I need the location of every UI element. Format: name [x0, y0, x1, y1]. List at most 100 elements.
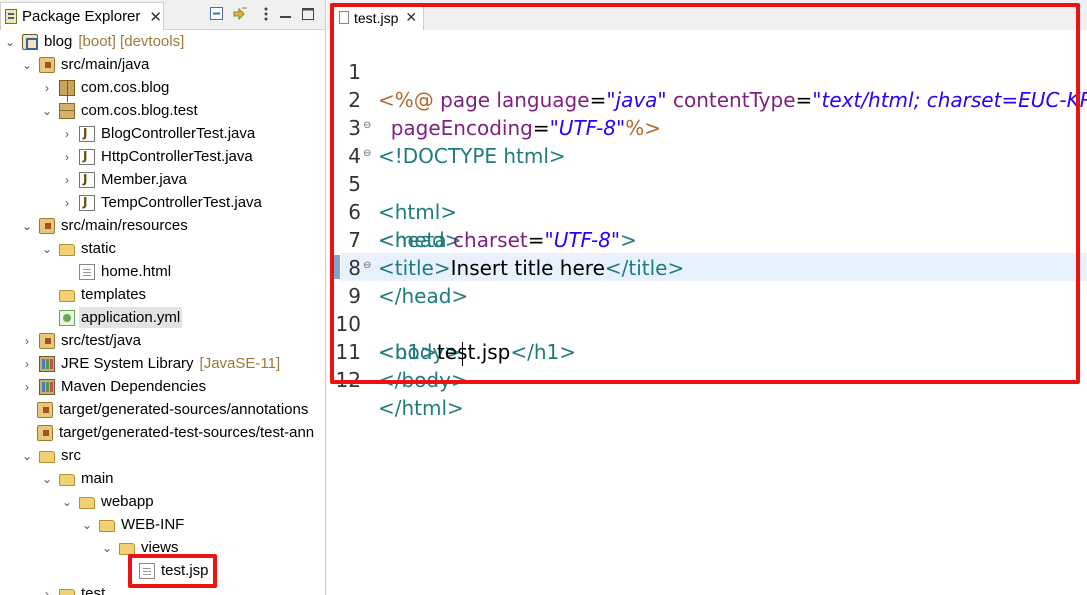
fold-toggle-icon[interactable]: ⊖: [363, 121, 371, 131]
chevron-down-icon[interactable]: ⌄: [20, 449, 34, 463]
tree-item-httpcontrollertest[interactable]: › HttpControllerTest.java: [0, 145, 325, 168]
chevron-right-icon[interactable]: ›: [40, 587, 54, 595]
chevron-down-icon[interactable]: ⌄: [20, 219, 34, 233]
fold-toggle-icon[interactable]: ⊖: [363, 149, 371, 159]
chevron-down-icon[interactable]: ⌄: [100, 541, 114, 555]
tree-item-label: HttpControllerTest.java: [101, 148, 253, 165]
code-line[interactable]: 1 <%@ page language="java" contentType="…: [327, 30, 1087, 112]
tree-item-application-yml[interactable]: application.yml: [0, 306, 325, 329]
collapse-all-icon[interactable]: [209, 6, 225, 22]
tree-item-src-main-resources[interactable]: ⌄ src/main/resources: [0, 214, 325, 237]
tree-item-templates[interactable]: templates: [0, 283, 325, 306]
code-line[interactable]: 3 <!DOCTYPE html>: [327, 86, 1087, 168]
chevron-down-icon[interactable]: ⌄: [20, 58, 34, 72]
tree-item-main[interactable]: ⌄ main: [0, 467, 325, 490]
tree-item-label: static: [81, 240, 117, 257]
jsp-file-icon: [139, 562, 155, 579]
tree-item-src[interactable]: ⌄ src: [0, 444, 325, 467]
line-number: 12: [335, 368, 361, 392]
java-file-icon: [79, 125, 95, 142]
chevron-down-icon[interactable]: ⌄: [60, 495, 74, 509]
tree-item-label: BlogControllerTest.java: [101, 125, 256, 142]
tree-item-web-inf[interactable]: ⌄ WEB-INF: [0, 513, 325, 536]
folder-icon: [59, 243, 75, 256]
code-line[interactable]: 6 <meta charset="UTF-8">: [327, 170, 1087, 252]
tree-item-com-cos-blog[interactable]: › com.cos.blog: [0, 76, 325, 99]
chevron-down-icon[interactable]: ⌄: [40, 104, 54, 118]
code-line[interactable]: 10 <h1>test.jsp</h1>: [327, 282, 1087, 364]
html-file-icon: [79, 263, 95, 280]
code-line[interactable]: 11 </body>: [327, 310, 1087, 392]
tree-item-static[interactable]: ⌄ static: [0, 237, 325, 260]
minimize-icon[interactable]: [278, 6, 294, 22]
editor-tab-bar: test.jsp ✕: [327, 0, 1087, 30]
tree-item-blog[interactable]: ⌄ blog [boot] [devtools]: [0, 30, 325, 53]
code-line[interactable]: 7 <title>Insert title here</title>: [327, 198, 1087, 280]
tree-item-label: src/main/resources: [61, 217, 188, 234]
package-explorer-icon: [5, 9, 17, 24]
editor-tab-test-jsp[interactable]: test.jsp ✕: [332, 4, 424, 30]
tree-item-generated-test-sources[interactable]: target/generated-test-sources/test-ann: [0, 421, 325, 444]
link-with-editor-icon[interactable]: [232, 6, 248, 22]
tree-item-label: target/generated-test-sources/test-ann: [59, 424, 315, 441]
chevron-down-icon[interactable]: ⌄: [3, 35, 17, 49]
tree-item-label: home.html: [101, 263, 172, 280]
code-text: </body>: [378, 368, 468, 392]
code-line[interactable]: 12 </html>: [327, 338, 1087, 420]
source-folder-icon: [37, 401, 53, 418]
java-file-icon: [79, 148, 95, 165]
chevron-right-icon[interactable]: ›: [20, 334, 34, 348]
package-explorer-header: Package Explorer ✕: [0, 0, 325, 30]
tree-item-webapp[interactable]: ⌄ webapp: [0, 490, 325, 513]
tree-item-maven-dependencies[interactable]: › Maven Dependencies: [0, 375, 325, 398]
package-explorer-tab[interactable]: Package Explorer ✕: [0, 2, 164, 30]
chevron-right-icon[interactable]: ›: [60, 127, 74, 141]
folder-icon: [59, 588, 75, 595]
chevron-right-icon[interactable]: ›: [20, 380, 34, 394]
code-line-current[interactable]: 9 ⊖ <body>: [327, 254, 1087, 366]
tree-item-decoration: [boot] [devtools]: [78, 33, 185, 50]
tree-item-label: WEB-INF: [121, 516, 185, 533]
close-icon[interactable]: ✕: [405, 9, 417, 26]
tree-item-member[interactable]: › Member.java: [0, 168, 325, 191]
maximize-icon[interactable]: [300, 6, 316, 22]
chevron-down-icon[interactable]: ⌄: [40, 242, 54, 256]
folder-icon: [39, 450, 55, 463]
tree-item-test-jsp[interactable]: test.jsp: [0, 559, 325, 582]
tree-item-com-cos-blog-test[interactable]: ⌄ com.cos.blog.test: [0, 99, 325, 122]
code-line[interactable]: 5 ⊖ <head>: [327, 142, 1087, 253]
chevron-right-icon[interactable]: ›: [60, 196, 74, 210]
tree-item-src-main-java[interactable]: ⌄ src/main/java: [0, 53, 325, 76]
chevron-right-icon[interactable]: ›: [40, 81, 54, 95]
tree-item-blogcontrollertest[interactable]: › BlogControllerTest.java: [0, 122, 325, 145]
chevron-right-icon[interactable]: ›: [20, 357, 34, 371]
tree-item-generated-sources[interactable]: target/generated-sources/annotations: [0, 398, 325, 421]
code-text: </html>: [378, 396, 464, 420]
close-icon[interactable]: ✕: [149, 8, 162, 26]
package-icon: [59, 79, 75, 96]
chevron-down-icon[interactable]: ⌄: [80, 518, 94, 532]
chevron-down-icon[interactable]: ⌄: [40, 472, 54, 486]
tree-item-label: test: [81, 585, 106, 595]
java-file-icon: [79, 171, 95, 188]
jsp-file-icon: [339, 11, 349, 24]
view-menu-icon[interactable]: [258, 6, 274, 22]
tree-item-test[interactable]: › test: [0, 582, 325, 595]
code-line[interactable]: 4 ⊖ <html>: [327, 114, 1087, 225]
chevron-right-icon[interactable]: ›: [60, 150, 74, 164]
tree-item-label: src/test/java: [61, 332, 142, 349]
tree-item-src-test-java[interactable]: › src/test/java: [0, 329, 325, 352]
tree-item-jre-system-library[interactable]: › JRE System Library [JavaSE-11]: [0, 352, 325, 375]
code-editor[interactable]: 1 <%@ page language="java" contentType="…: [327, 30, 1087, 595]
tree-item-home-html[interactable]: home.html: [0, 260, 325, 283]
editor-tab-label: test.jsp: [354, 9, 399, 26]
code-line[interactable]: 8 </head>: [327, 226, 1087, 308]
tree-item-views[interactable]: ⌄ views: [0, 536, 325, 559]
package-icon: [59, 102, 75, 119]
tree-item-label: src/main/java: [61, 56, 150, 73]
code-line[interactable]: 2 pageEncoding="UTF-8"%>: [327, 58, 1087, 140]
fold-toggle-icon[interactable]: ⊖: [363, 261, 371, 271]
chevron-right-icon[interactable]: ›: [60, 173, 74, 187]
tree-item-tempcontrollertest[interactable]: › TempControllerTest.java: [0, 191, 325, 214]
folder-icon: [79, 496, 95, 509]
